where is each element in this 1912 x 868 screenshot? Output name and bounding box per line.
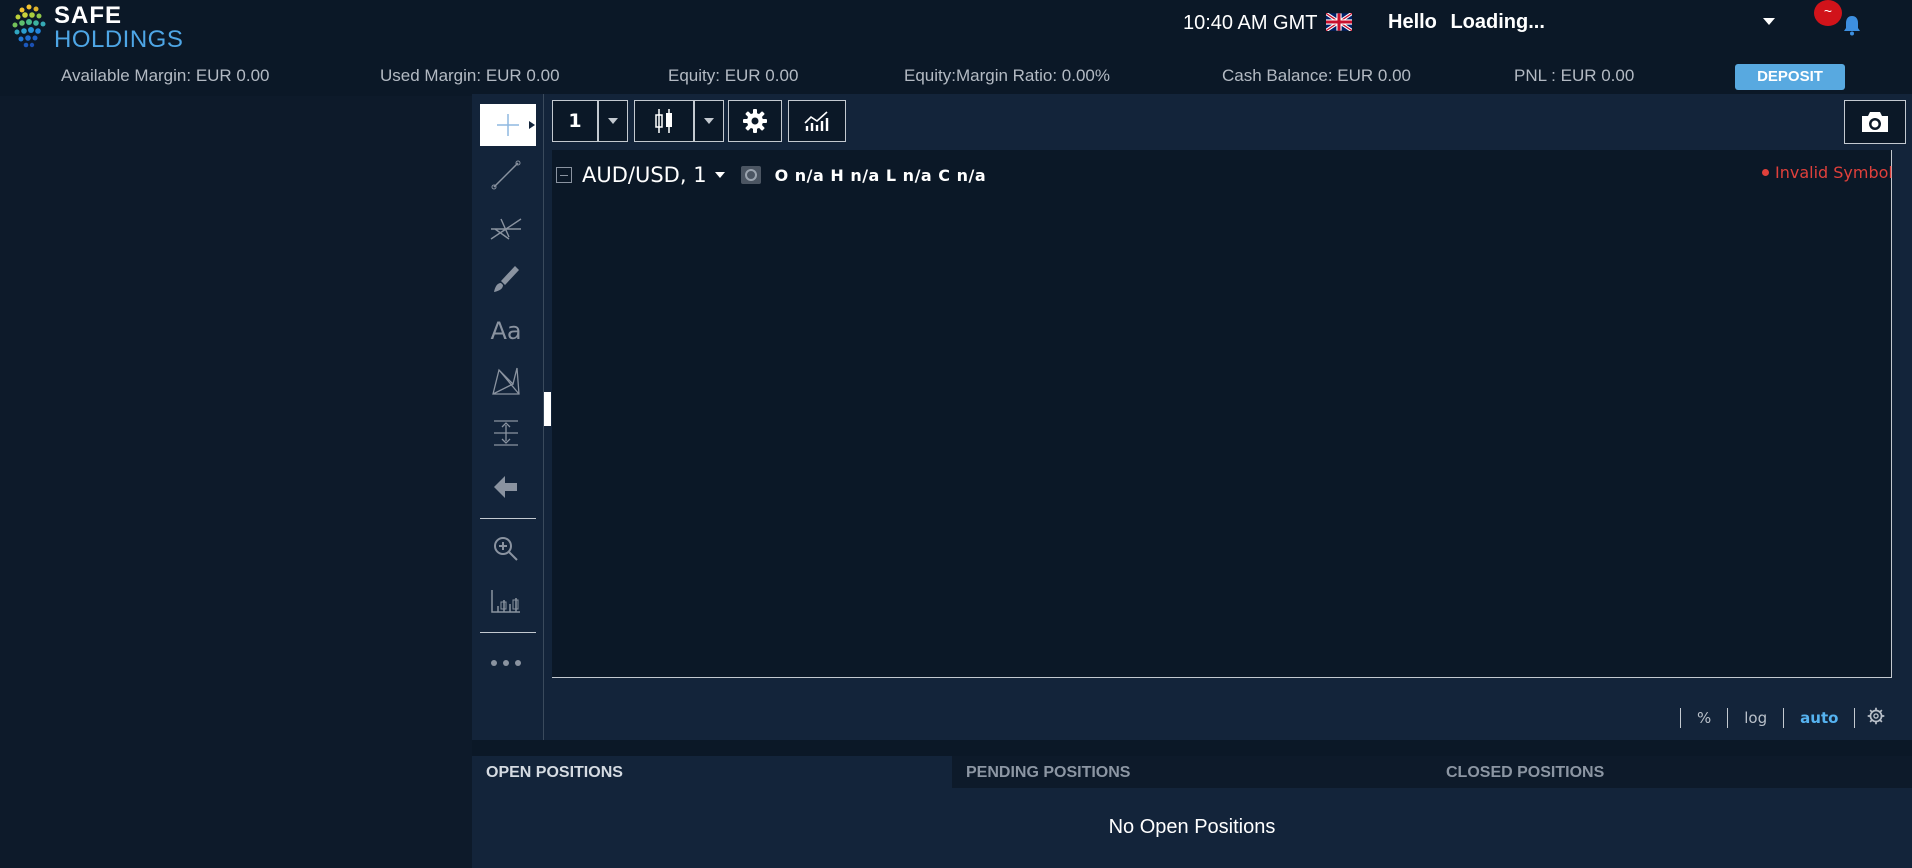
- indicators-icon: [804, 111, 829, 131]
- percent-scale-button[interactable]: %: [1681, 709, 1727, 727]
- auto-scale-button[interactable]: auto: [1784, 709, 1854, 727]
- chart-canvas[interactable]: [552, 150, 1892, 678]
- used-margin: Used Margin: EUR 0.00: [380, 66, 560, 85]
- account-summary-bar: Available Margin: EUR 0.00 Used Margin: …: [0, 64, 1912, 90]
- pattern-icon: [492, 367, 520, 395]
- server-clock: 10:40 AM GMT: [1183, 12, 1318, 34]
- chart-settings-button[interactable]: [728, 100, 782, 142]
- indicators-button[interactable]: [788, 100, 846, 142]
- eye-icon[interactable]: [740, 166, 761, 184]
- zoom-in-icon: [494, 537, 518, 561]
- chevron-down-icon[interactable]: [1762, 16, 1776, 26]
- user-name[interactable]: Loading...: [1450, 11, 1544, 33]
- chart-type-dropdown[interactable]: [694, 100, 724, 142]
- text-tool[interactable]: Aa: [480, 308, 532, 354]
- interval-value: 1: [568, 110, 582, 132]
- user-greeting: Hello Loading...: [1388, 11, 1545, 34]
- ruler-tool[interactable]: [480, 578, 532, 624]
- more-dots-icon: [491, 660, 521, 666]
- brand-name-line2: HOLDINGS: [54, 26, 184, 53]
- ruler-icon: [491, 590, 520, 613]
- chevron-down-icon: [608, 118, 618, 124]
- camera-icon: [1862, 112, 1888, 132]
- measure-icon: [494, 420, 518, 446]
- time-axis[interactable]: [552, 680, 1912, 704]
- bell-icon[interactable]: [1842, 14, 1862, 36]
- measure-tool[interactable]: [480, 410, 532, 456]
- left-sidebar: [0, 96, 472, 868]
- brush-icon: [494, 266, 519, 292]
- logo-dots-icon: [12, 4, 46, 48]
- toolbar-divider: [480, 632, 536, 633]
- uk-flag-icon[interactable]: [1326, 13, 1352, 31]
- tab-open-positions[interactable]: OPEN POSITIONS: [472, 756, 952, 788]
- chart-symbol[interactable]: AUD/USD, 1: [582, 163, 707, 187]
- chart-legend: AUD/USD, 1 O n/a H n/a L n/a C n/a: [556, 160, 986, 190]
- symbol-status: Invalid Symbol: [1762, 163, 1893, 182]
- brush-tool[interactable]: [480, 256, 532, 302]
- tab-pending-positions[interactable]: PENDING POSITIONS: [952, 756, 1432, 788]
- snapshot-button[interactable]: [1844, 100, 1906, 144]
- remove-drawings-tool[interactable]: [480, 464, 532, 510]
- interval-button[interactable]: 1: [552, 100, 598, 142]
- candlestick-icon: [655, 109, 672, 133]
- brand-logo[interactable]: SAFE HOLDINGS: [12, 2, 184, 53]
- text-tool-label: Aa: [490, 317, 522, 345]
- trendline-icon: [491, 160, 521, 190]
- cash-balance: Cash Balance: EUR 0.00: [1222, 66, 1411, 85]
- gear-icon: [1868, 707, 1885, 725]
- pattern-tool[interactable]: [480, 358, 532, 404]
- ohlc-values: O n/a H n/a L n/a C n/a: [774, 165, 987, 185]
- arrow-left-icon: [494, 476, 517, 498]
- greeting-text: Hello: [1388, 11, 1437, 33]
- status-dot-icon: [1762, 169, 1769, 176]
- caret-right-icon[interactable]: [528, 120, 536, 130]
- toolbar-collapse-handle[interactable]: [544, 392, 551, 426]
- price-scale-options: % log auto: [1680, 706, 1897, 730]
- gear-icon: [743, 109, 767, 133]
- deposit-button[interactable]: DEPOSIT: [1735, 64, 1845, 90]
- pitchfork-icon: [490, 218, 522, 240]
- toolbar-divider: [480, 518, 536, 519]
- more-tools[interactable]: [480, 640, 532, 686]
- interval-dropdown[interactable]: [598, 100, 628, 142]
- pnl: PNL : EUR 0.00: [1514, 66, 1635, 85]
- fib-tool[interactable]: [480, 204, 532, 250]
- status-text: Invalid Symbol: [1775, 163, 1893, 182]
- drawing-toolbar: Aa: [472, 94, 544, 740]
- crosshair-icon: [497, 114, 519, 136]
- header: SAFE HOLDINGS 10:40 AM GMT Hello Loading…: [0, 0, 1912, 100]
- chart-type-button[interactable]: [634, 100, 694, 142]
- available-margin: Available Margin: EUR 0.00: [61, 66, 270, 85]
- equity-margin-ratio: Equity:Margin Ratio: 0.00%: [904, 66, 1110, 85]
- equity: Equity: EUR 0.00: [668, 66, 799, 85]
- positions-panel: OPEN POSITIONS PENDING POSITIONS CLOSED …: [472, 756, 1912, 868]
- zoom-tool[interactable]: [480, 526, 532, 572]
- scale-settings-button[interactable]: [1855, 707, 1897, 729]
- legend-collapse-icon[interactable]: [556, 167, 572, 183]
- empty-positions-message: No Open Positions: [1108, 816, 1276, 838]
- positions-tabs: OPEN POSITIONS PENDING POSITIONS CLOSED …: [472, 756, 1912, 788]
- chevron-down-icon: [704, 118, 714, 124]
- log-scale-button[interactable]: log: [1728, 709, 1783, 727]
- trendline-tool[interactable]: [480, 152, 532, 198]
- tab-closed-positions[interactable]: CLOSED POSITIONS: [1432, 756, 1912, 788]
- notification-badge[interactable]: ~: [1814, 0, 1842, 26]
- caret-down-icon[interactable]: [714, 172, 725, 178]
